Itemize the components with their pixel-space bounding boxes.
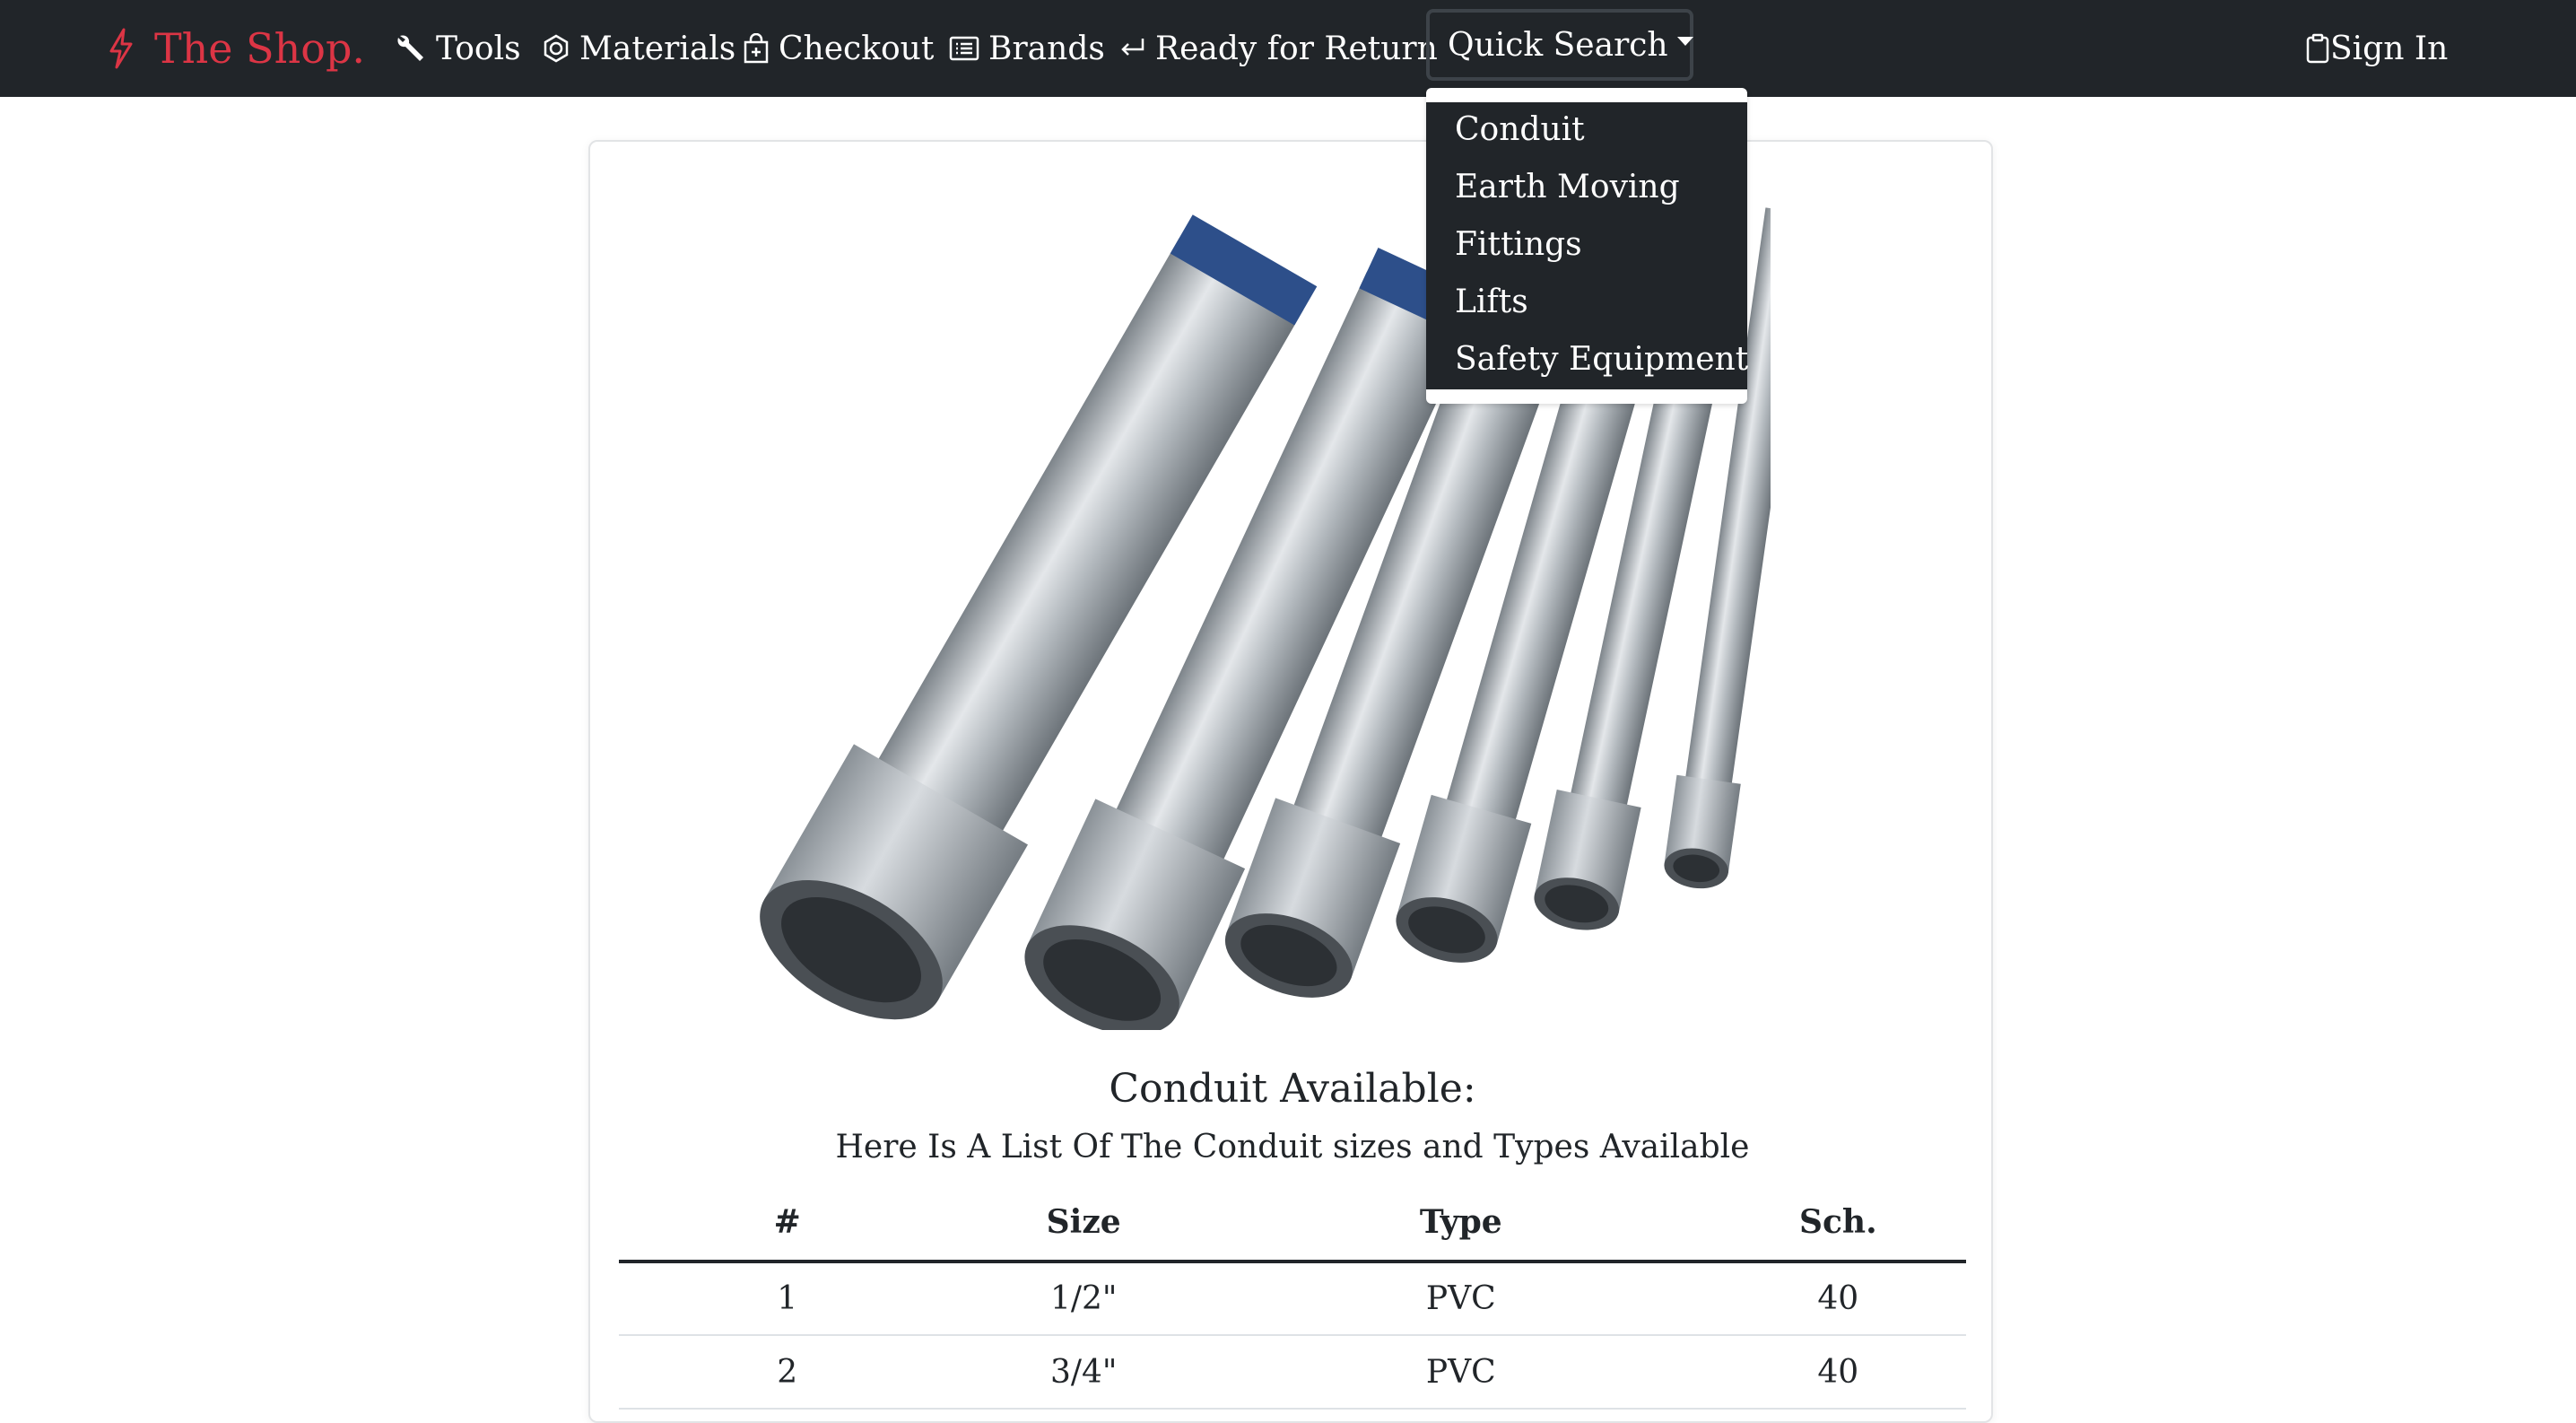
nav-tools-label: Tools [436,30,521,67]
cell-size: 1/2" [955,1261,1212,1336]
bag-plus-icon [744,33,769,64]
nav-brands-label: Brands [988,30,1105,67]
quick-search-label: Quick Search [1448,26,1668,64]
conduit-table: # Size Type Sch. 1 1/2" PVC 40 2 3/4" PV… [619,1184,1966,1410]
quick-search-dropdown-toggle[interactable]: Quick Search [1426,9,1693,81]
table-header-row: # Size Type Sch. [619,1184,1966,1263]
wrench-icon [397,35,423,61]
top-navbar: The Shop. Tools Materials Checkout Brand… [0,0,2576,97]
menu-item-earth-moving[interactable]: Earth Moving [1455,162,1680,212]
column-header-number: # [619,1184,956,1263]
cell-sch: 40 [1710,1335,1966,1410]
menu-item-conduit[interactable]: Conduit [1455,104,1585,154]
table-row: 2 3/4" PVC 40 [619,1335,1966,1410]
nut-icon [544,34,569,63]
brand-link[interactable]: The Shop. [108,20,365,77]
caret-down-icon [1676,37,1693,46]
card-title: Conduit Available: [1109,1066,1476,1112]
menu-item-fittings[interactable]: Fittings [1455,219,1582,269]
nav-materials[interactable]: Materials [542,20,735,77]
nav-brands[interactable]: Brands [949,20,1105,77]
nav-materials-label: Materials [579,30,736,67]
sign-in-link[interactable]: Sign In [2305,20,2448,77]
sign-in-label: Sign In [2330,30,2449,67]
lightning-icon [109,28,133,69]
cell-type: PVC [1211,1261,1710,1336]
column-header-type: Type [1211,1184,1710,1263]
cell-size: 3/4" [955,1335,1212,1410]
table-row: 1 1/2" PVC 40 [619,1261,1966,1336]
nav-checkout-label: Checkout [779,30,935,67]
nav-tools[interactable]: Tools [395,20,521,77]
menu-item-safety-equipment[interactable]: Safety Equipment [1455,334,1748,384]
cell-type: PVC [1211,1335,1710,1410]
quick-search-menu: Conduit Earth Moving Fittings Lifts Safe… [1426,88,1748,404]
card-list-icon [949,36,979,61]
nav-checkout[interactable]: Checkout [743,20,934,77]
card-subtitle: Here Is A List Of The Conduit sizes and … [835,1129,1750,1165]
clipboard-icon [2306,33,2329,64]
cell-sch: 40 [1710,1261,1966,1336]
brand-name: The Shop. [154,24,366,73]
column-header-sch: Sch. [1710,1184,1966,1263]
nav-ready-for-return-label: Ready for Return [1155,30,1438,67]
cell-number: 2 [619,1335,956,1410]
return-arrow-icon [1121,39,1144,56]
nav-ready-for-return[interactable]: Ready for Return [1118,20,1438,77]
cell-number: 1 [619,1261,956,1336]
menu-item-lifts[interactable]: Lifts [1455,276,1528,327]
column-header-size: Size [955,1184,1212,1263]
product-card: Conduit Available: Here Is A List Of The… [588,140,1993,1423]
